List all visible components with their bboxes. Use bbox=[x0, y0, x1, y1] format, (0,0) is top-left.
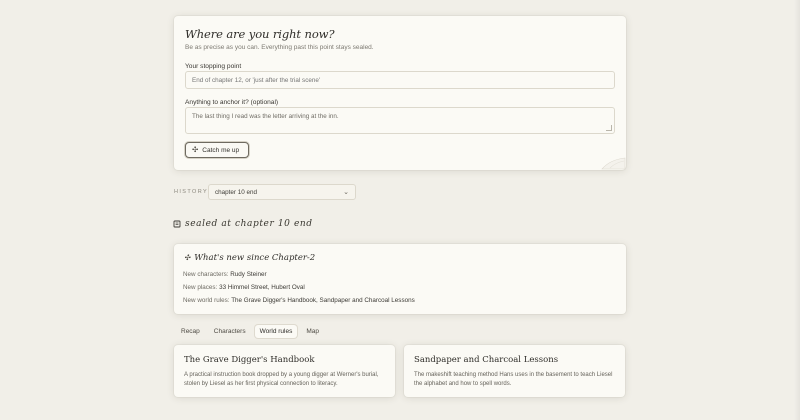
world-rule-card[interactable]: The Grave Digger's Handbook A practical … bbox=[174, 345, 395, 397]
form-title: Where are you right now? bbox=[185, 27, 335, 41]
world-rule-card[interactable]: Sandpaper and Charcoal Lessons The makes… bbox=[404, 345, 625, 397]
resize-handle[interactable] bbox=[606, 125, 612, 131]
stopping-point-input[interactable] bbox=[185, 71, 615, 89]
stopping-point-form: Where are you right now? Be as precise a… bbox=[174, 16, 626, 170]
tab-map[interactable]: Map bbox=[301, 325, 324, 338]
world-rule-description: The makeshift teaching method Hans uses … bbox=[414, 372, 613, 387]
sealed-text: sealed at chapter 10 end bbox=[185, 219, 313, 229]
seal-icon bbox=[173, 220, 181, 228]
world-rule-title: The Grave Digger's Handbook bbox=[184, 355, 315, 365]
whats-new-title-text: What's new since Chapter-2 bbox=[194, 253, 316, 263]
new-places-line: New places: 33 Himmel Street, Hubert Ova… bbox=[183, 284, 305, 291]
history-label: HISTORY bbox=[174, 189, 209, 195]
catch-me-up-button[interactable]: ✣ Catch me up bbox=[185, 142, 249, 158]
new-characters-line: New characters: Rudy Steiner bbox=[183, 271, 267, 278]
page-curl-icon bbox=[601, 157, 626, 170]
anchor-placeholder: The last thing I read was the letter arr… bbox=[192, 113, 339, 120]
scrollbar-track bbox=[794, 0, 800, 420]
world-rule-title: Sandpaper and Charcoal Lessons bbox=[414, 355, 559, 365]
tab-world-rules[interactable]: World rules bbox=[254, 325, 298, 338]
chevron-down-icon: ⌄ bbox=[343, 189, 349, 196]
new-characters-label: New characters: bbox=[183, 271, 229, 278]
world-rule-description: A practical instruction book dropped by … bbox=[184, 372, 379, 387]
new-world-rules-line: New world rules: The Grave Digger's Hand… bbox=[183, 297, 415, 304]
history-select[interactable]: chapter 10 end ⌄ bbox=[208, 184, 356, 200]
tab-recap[interactable]: Recap bbox=[176, 325, 205, 338]
new-world-rules-label: New world rules: bbox=[183, 297, 230, 304]
tab-bar: Recap Characters World rules Map bbox=[176, 325, 324, 338]
anchor-textarea[interactable]: The last thing I read was the letter arr… bbox=[185, 107, 615, 134]
new-places-value: 33 Himmel Street, Hubert Oval bbox=[219, 284, 305, 291]
tab-characters[interactable]: Characters bbox=[209, 325, 251, 338]
new-world-rules-value: The Grave Digger's Handbook, Sandpaper a… bbox=[231, 297, 415, 304]
new-characters-value: Rudy Steiner bbox=[230, 271, 267, 278]
new-places-label: New places: bbox=[183, 284, 218, 291]
anchor-label: Anything to anchor it? (optional) bbox=[185, 99, 279, 106]
whats-new-card: ✣ What's new since Chapter-2 New charact… bbox=[174, 244, 626, 314]
sparkle-icon: ✣ bbox=[184, 253, 191, 263]
stopping-point-label: Your stopping point bbox=[185, 63, 242, 70]
form-subtitle: Be as precise as you can. Everything pas… bbox=[185, 44, 374, 51]
sealed-indicator: sealed at chapter 10 end bbox=[173, 219, 313, 229]
whats-new-title: ✣ What's new since Chapter-2 bbox=[184, 253, 315, 263]
sparkle-icon: ✣ bbox=[192, 145, 199, 155]
history-selected-value: chapter 10 end bbox=[215, 189, 258, 196]
catch-me-up-label: Catch me up bbox=[202, 146, 240, 154]
